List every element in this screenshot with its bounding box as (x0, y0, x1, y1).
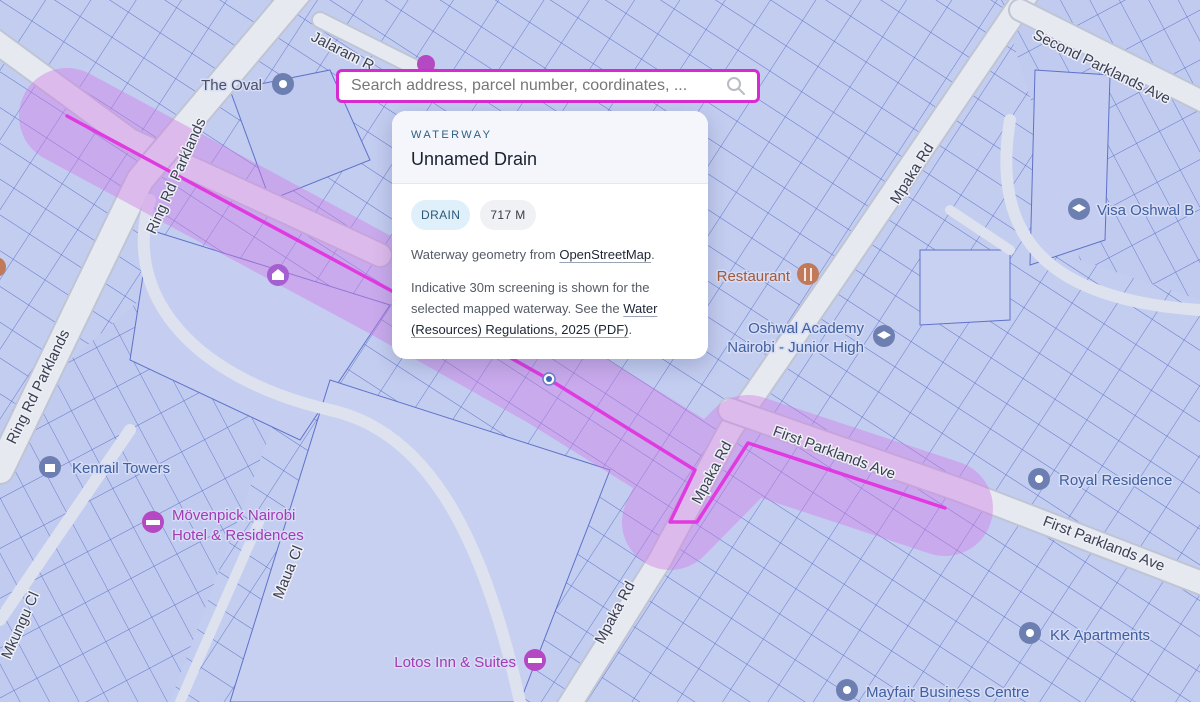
card-kicker: WATERWAY (411, 129, 493, 141)
poi-label: Hotel & Residences (172, 527, 304, 544)
poi-label: Restaurant (717, 268, 791, 285)
waterway-info-card: WATERWAY Unnamed Drain DRAIN 717 M Water… (392, 111, 708, 359)
screening-suffix: . (628, 322, 633, 337)
poi-label: Kenrail Towers (72, 460, 170, 477)
card-title: Unnamed Drain (411, 149, 538, 169)
waterway-length-chip: 717 M (480, 200, 536, 230)
poi-label: Nairobi - Junior High (727, 339, 864, 356)
source-text: Waterway geometry from OpenStreetMap. (411, 244, 689, 265)
card-header: WATERWAY Unnamed Drain (392, 111, 708, 184)
poi-label: Visa Oshwal B (1097, 202, 1194, 219)
poi-label: Royal Residence (1059, 472, 1172, 489)
map-view[interactable]: Ring Rd Parklands Ring Rd Parklands Jala… (0, 0, 1200, 702)
poi-label: The Oval (201, 77, 262, 94)
poi-worship[interactable] (267, 264, 289, 286)
fork-knife-icon (797, 263, 819, 285)
parcel-lot (919, 249, 1011, 326)
card-body: DRAIN 717 M Waterway geometry from OpenS… (392, 184, 708, 340)
source-suffix: . (651, 247, 655, 262)
screening-body: Indicative 30m screening is shown for th… (411, 280, 650, 316)
poi-the-oval[interactable]: The Oval (200, 73, 294, 96)
poi-label: Lotos Inn & Suites (394, 654, 516, 671)
poi-label: Mövenpick Nairobi (172, 507, 295, 524)
poi-label: Mayfair Business Centre (866, 684, 1029, 701)
waterway-type-chip: DRAIN (411, 200, 471, 230)
search-bar[interactable] (336, 69, 760, 103)
source-prefix: Waterway geometry from (411, 247, 560, 262)
screening-text: Indicative 30m screening is shown for th… (411, 277, 689, 340)
waterway-vertex-dot (546, 376, 552, 382)
search-input[interactable] (339, 72, 725, 100)
chip-row: DRAIN 717 M (411, 200, 689, 230)
search-icon[interactable] (725, 75, 747, 97)
openstreetmap-link[interactable]: OpenStreetMap (559, 247, 651, 262)
parcel-lot (1029, 69, 1111, 266)
poi-label: KK Apartments (1050, 627, 1150, 644)
poi-label: Oshwal Academy (748, 320, 864, 337)
